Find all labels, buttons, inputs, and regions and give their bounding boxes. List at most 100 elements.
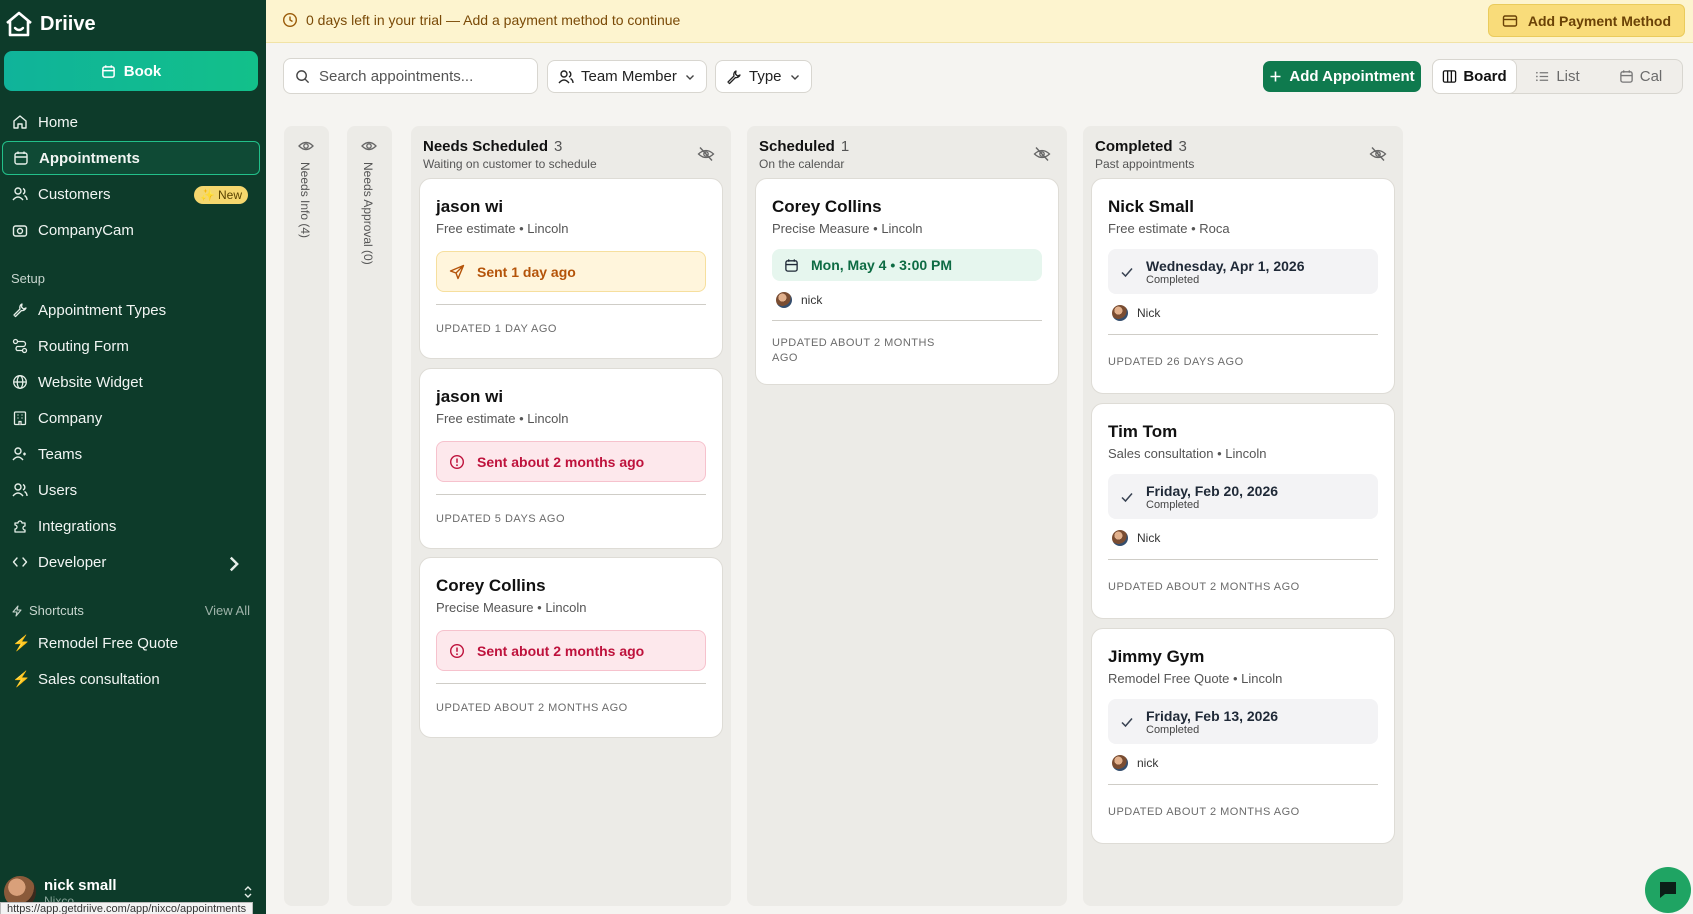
status-bar-url: https://app.getdriive.com/app/nixco/appo… — [0, 902, 254, 914]
card-assignee: Nick — [1112, 530, 1160, 546]
team-member-filter[interactable]: Team Member — [547, 60, 707, 93]
column-scheduled: Scheduled 1 On the calendar Corey Collins… — [747, 126, 1067, 906]
puzzle-icon — [14, 520, 26, 533]
column-title-text: Completed — [1095, 138, 1173, 155]
collapsed-column-needs-info[interactable]: Needs Info (4) — [284, 126, 329, 906]
camera-icon — [12, 225, 28, 237]
sidebar: Driive Book Home Appointments Customers … — [0, 0, 266, 914]
new-badge-label: New — [217, 188, 242, 202]
add-payment-method-button[interactable]: Add Payment Method — [1487, 4, 1685, 37]
nav-item-label: Website Widget — [38, 373, 143, 391]
search-input[interactable] — [319, 67, 519, 85]
collapsed-column-needs-approval[interactable]: Needs Approval (0) — [347, 126, 392, 906]
app-logo[interactable]: Driive — [4, 10, 96, 38]
add-payment-label: Add Payment Method — [1527, 12, 1671, 29]
card-divider — [1108, 559, 1378, 560]
code-icon — [12, 557, 28, 567]
status-text: Sent about 2 months ago — [477, 453, 645, 470]
nav-item-label: Home — [38, 113, 79, 131]
nav-item-companycam[interactable]: CompanyCam — [2, 213, 260, 247]
search-icon — [296, 69, 310, 83]
card-assignee: nick — [1112, 755, 1158, 771]
search-box[interactable] — [283, 58, 538, 94]
columns-icon — [1443, 70, 1457, 83]
status-text: Sent about 2 months ago — [477, 642, 645, 659]
nav-item-home[interactable]: Home — [2, 105, 260, 139]
completed-state: Completed — [1146, 273, 1200, 286]
clock-icon — [282, 12, 298, 28]
chevron-down-icon — [685, 74, 694, 80]
team-icon — [12, 447, 26, 461]
book-button[interactable]: Book — [4, 51, 258, 91]
column-title: Scheduled 1 — [759, 138, 849, 155]
nav-item-label: CompanyCam — [38, 221, 134, 239]
appointment-card[interactable]: Nick Small Free estimate • Roca Wednesda… — [1091, 178, 1395, 394]
bolt-icon: ⚡ — [12, 635, 31, 652]
app-name: Driive — [40, 12, 96, 35]
book-label: Book — [123, 62, 162, 80]
card-divider — [436, 494, 706, 495]
eye-off-icon[interactable] — [697, 146, 715, 162]
trial-text: 0 days left in your trial — Add a paymen… — [306, 12, 681, 28]
nav-item-integrations[interactable]: Integrations — [2, 509, 260, 543]
appointment-card[interactable]: Corey Collins Precise Measure • Lincoln … — [755, 178, 1059, 385]
completed-state: Completed — [1146, 723, 1200, 736]
appointment-card[interactable]: jason wi Free estimate • Lincoln Sent ab… — [419, 368, 723, 549]
nav-item-label: Integrations — [38, 517, 117, 535]
team-member-label: Team Member — [581, 68, 677, 85]
completed-date: Wednesday, Apr 1, 2026 — [1146, 257, 1305, 274]
appointment-card[interactable]: Jimmy Gym Remodel Free Quote • Lincoln F… — [1091, 628, 1395, 844]
nav-item-routing-form[interactable]: Routing Form — [2, 329, 260, 363]
card-customer-name: Corey Collins — [772, 197, 882, 216]
view-all-link[interactable]: View All — [205, 603, 250, 618]
completed-badge: Wednesday, Apr 1, 2026 Completed — [1108, 249, 1378, 294]
card-customer-name: jason wi — [436, 197, 504, 216]
shortcut-sales-consultation[interactable]: ⚡ Sales consultation — [2, 662, 260, 696]
view-cal-button[interactable]: Cal — [1599, 60, 1682, 93]
wrench-icon — [13, 303, 27, 318]
nav-item-users[interactable]: Users — [2, 473, 260, 507]
collapsed-column-label: Needs Info (4) — [298, 162, 312, 239]
card-updated: UPDATED 1 DAY AGO — [436, 323, 557, 335]
alert-circle-icon — [449, 454, 465, 469]
type-filter[interactable]: Type — [715, 60, 812, 93]
column-title-text: Scheduled — [759, 138, 835, 155]
column-title: Needs Scheduled 3 — [423, 138, 562, 155]
users-icon — [558, 69, 574, 83]
nav-item-developer[interactable]: Developer — [2, 545, 260, 579]
card-divider — [1108, 334, 1378, 335]
shortcut-label: Sales consultation — [38, 670, 160, 688]
card-customer-name: Jimmy Gym — [1108, 647, 1205, 666]
nav-item-teams[interactable]: Teams — [2, 437, 260, 471]
nav-item-appointments[interactable]: Appointments — [2, 141, 260, 175]
wrench-icon — [727, 69, 741, 84]
nav-item-website-widget[interactable]: Website Widget — [2, 365, 260, 399]
shortcut-remodel-free-quote[interactable]: ⚡ Remodel Free Quote — [2, 626, 260, 660]
chat-launcher-button[interactable] — [1645, 867, 1691, 913]
view-list-button[interactable]: List — [1516, 60, 1599, 93]
appointment-card[interactable]: Corey Collins Precise Measure • Lincoln … — [419, 557, 723, 738]
card-updated: UPDATED ABOUT 2 MONTHS AGO — [1108, 581, 1300, 593]
new-badge: ✨ New — [194, 186, 248, 204]
nav-item-appointment-types[interactable]: Appointment Types — [2, 293, 260, 327]
appointment-card[interactable]: Tim Tom Sales consultation • Lincoln Fri… — [1091, 403, 1395, 619]
card-divider — [772, 320, 1042, 321]
card-type-location: Free estimate • Roca — [1108, 221, 1230, 236]
nav-item-label: Appointment Types — [38, 301, 167, 319]
check-icon — [1121, 717, 1133, 727]
column-title-text: Needs Scheduled — [423, 138, 549, 155]
trial-banner: 0 days left in your trial — Add a paymen… — [266, 0, 1693, 43]
appointment-card[interactable]: jason wi Free estimate • Lincoln Sent 1 … — [419, 178, 723, 359]
nav-item-company[interactable]: Company — [2, 401, 260, 435]
status-text: Sent 1 day ago — [477, 263, 576, 280]
eye-off-icon[interactable] — [1033, 146, 1051, 162]
add-appointment-button[interactable]: Add Appointment — [1263, 61, 1421, 92]
nav-item-customers[interactable]: Customers ✨ New — [2, 177, 260, 211]
eye-off-icon[interactable] — [1369, 146, 1387, 162]
nav-item-label: Users — [38, 481, 78, 499]
completed-state: Completed — [1146, 498, 1200, 511]
card-customer-name: jason wi — [436, 387, 504, 406]
check-icon — [1121, 267, 1133, 277]
view-board-button[interactable]: Board — [1433, 60, 1516, 93]
completed-date: Friday, Feb 13, 2026 — [1146, 707, 1279, 724]
